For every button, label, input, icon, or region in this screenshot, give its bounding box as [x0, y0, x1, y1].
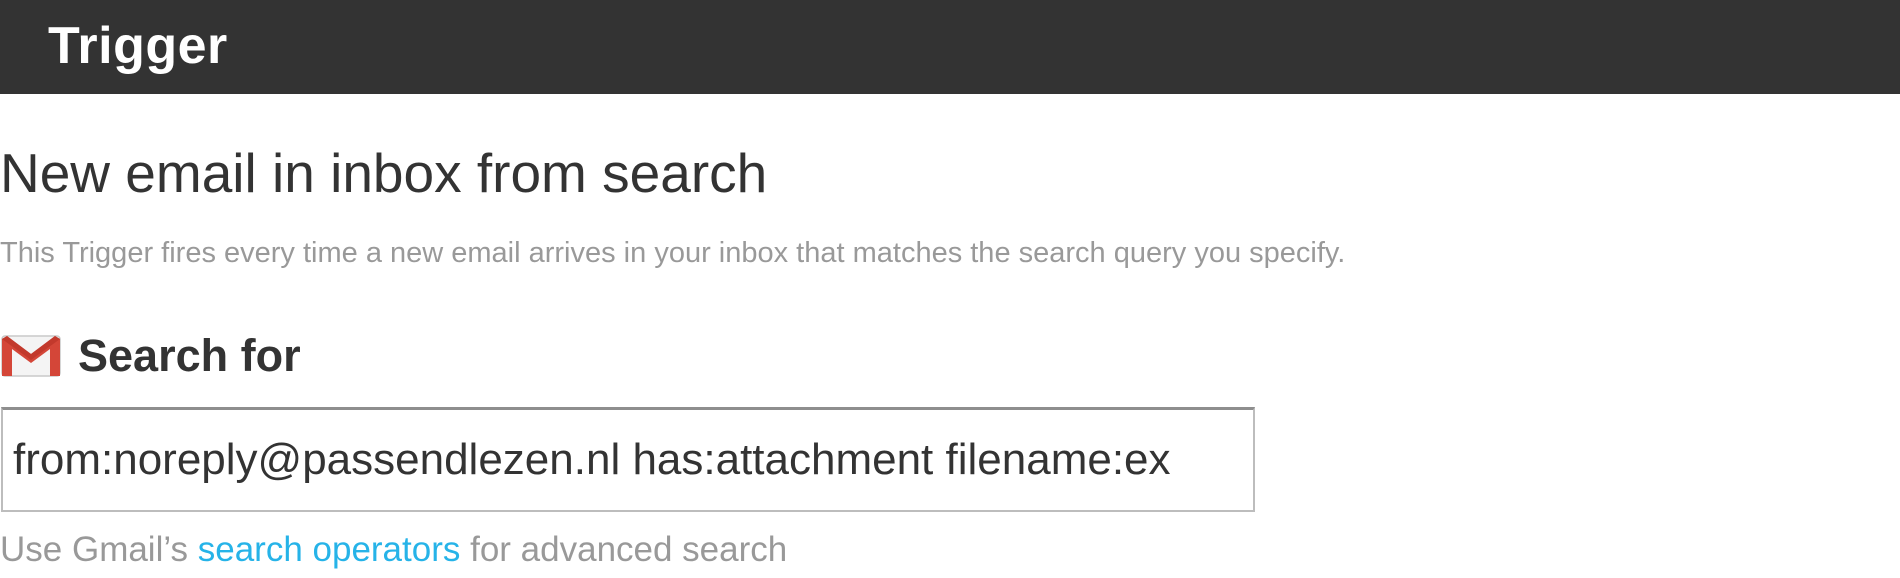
- search-operators-link[interactable]: search operators: [198, 530, 461, 569]
- header-bar: Trigger: [0, 0, 1900, 94]
- gmail-icon: [1, 335, 61, 377]
- helper-text: Use Gmail’s search operators for advance…: [0, 528, 787, 572]
- helper-text-prefix: Use Gmail’s: [0, 530, 198, 569]
- search-input[interactable]: [13, 410, 1245, 510]
- header-title: Trigger: [48, 17, 228, 75]
- trigger-name: New email in inbox from search: [0, 142, 768, 204]
- trigger-description: This Trigger fires every time a new emai…: [0, 237, 1346, 269]
- search-box[interactable]: [1, 407, 1255, 512]
- field-label-row: Search for: [0, 328, 301, 384]
- field-label: Search for: [78, 330, 301, 381]
- helper-text-suffix: for advanced search: [460, 530, 788, 569]
